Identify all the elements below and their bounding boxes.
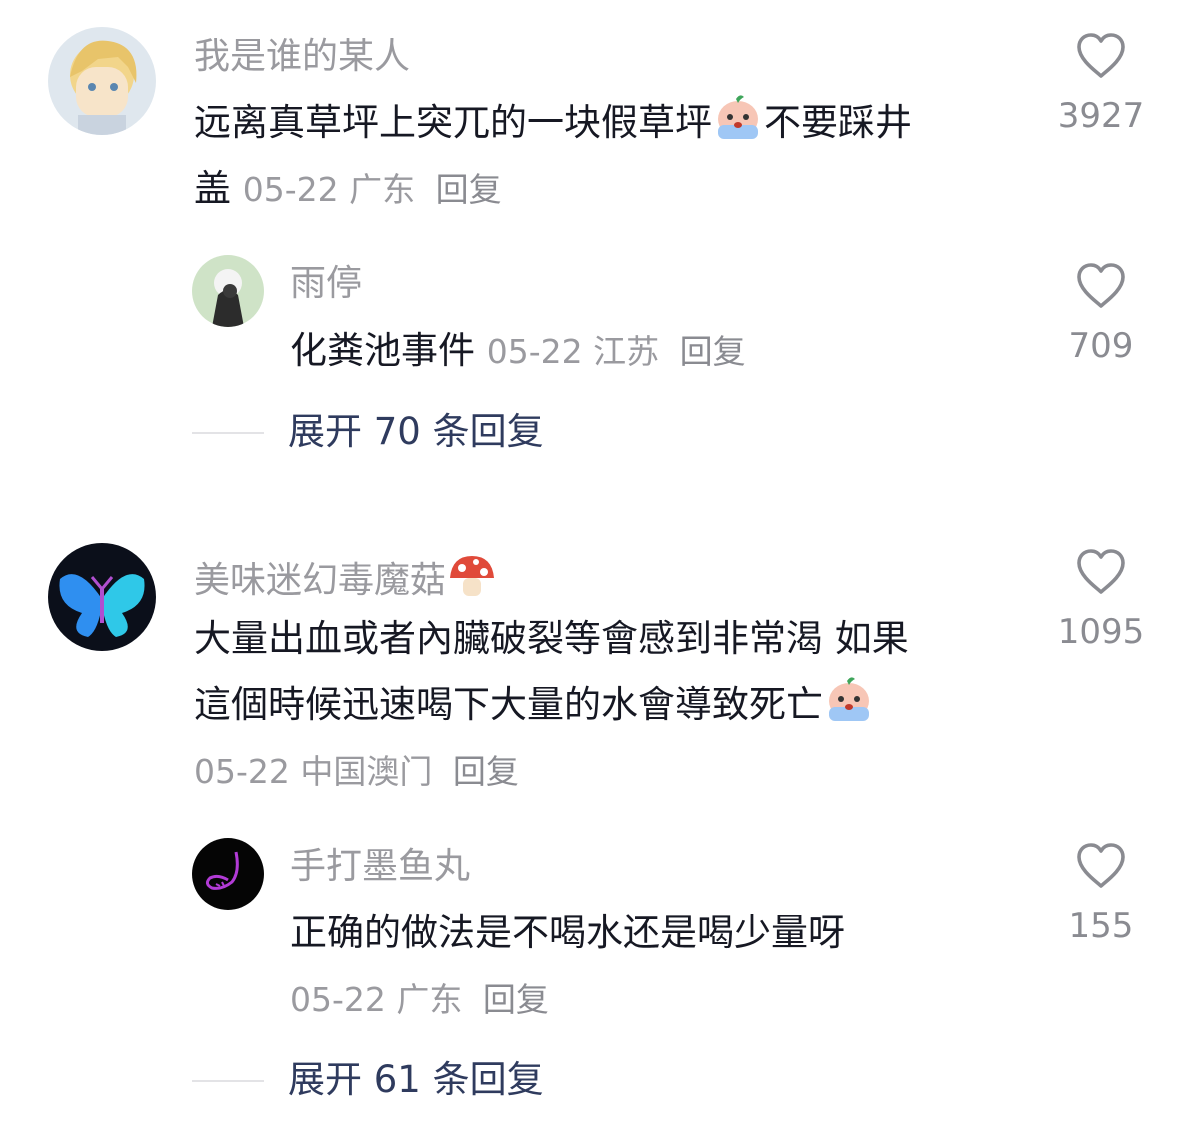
like-count: 3927 xyxy=(1057,96,1145,136)
username[interactable]: 雨停 xyxy=(290,262,362,306)
reply-location: 江苏 xyxy=(593,332,660,371)
heart-icon xyxy=(1077,263,1125,308)
anime-avatar-icon xyxy=(48,27,156,135)
divider xyxy=(192,1080,264,1082)
like-button[interactable]: 3927 xyxy=(1041,32,1161,136)
heart-icon xyxy=(1077,33,1125,78)
expand-replies-label: 展开 70 条回复 xyxy=(288,410,544,453)
reply-button[interactable]: 回复 xyxy=(680,332,746,371)
comment-text-line2: 盖 05-22 广东 回复 xyxy=(194,156,502,223)
like-button[interactable]: 1095 xyxy=(1041,548,1161,652)
reply-text-content: 化粪池事件 xyxy=(290,329,475,372)
like-count: 709 xyxy=(1068,326,1134,366)
comment-meta: 05-22 广东 回复 xyxy=(243,170,502,209)
comment-text-part: 不要踩井 xyxy=(764,101,912,144)
mushroom-emoji-icon xyxy=(446,550,498,602)
comment-location: 中国澳门 xyxy=(300,752,433,791)
crying-emoji-icon xyxy=(712,91,764,143)
comment-text-part: 盖 xyxy=(194,167,231,210)
comment-text-part: 远离真草坪上突兀的一块假草坪 xyxy=(194,101,712,144)
photo-avatar-icon xyxy=(192,255,264,327)
like-count: 155 xyxy=(1068,906,1134,946)
reply-button[interactable]: 回复 xyxy=(453,752,519,791)
avatar[interactable] xyxy=(48,27,156,135)
avatar[interactable] xyxy=(192,838,264,910)
crying-emoji-icon xyxy=(823,673,875,725)
reply-button[interactable]: 回复 xyxy=(483,980,549,1019)
reply-meta: 05-22 广东 回复 xyxy=(290,978,549,1022)
reply-date: 05-22 xyxy=(290,980,386,1019)
like-button[interactable]: 155 xyxy=(1041,842,1161,946)
expand-replies-button[interactable]: 展开 61 条回复 xyxy=(192,1058,612,1102)
reply-text: 化粪池事件 05-22 江苏 回复 xyxy=(290,318,746,385)
divider xyxy=(192,432,264,434)
avatar[interactable] xyxy=(48,543,156,651)
like-button[interactable]: 709 xyxy=(1041,262,1161,366)
like-count: 1095 xyxy=(1057,612,1145,652)
expand-replies-button[interactable]: 展开 70 条回复 xyxy=(192,410,612,454)
reply-meta: 05-22 江苏 回复 xyxy=(487,332,746,371)
username[interactable]: 美味迷幻毒魔菇 xyxy=(194,550,498,603)
comment-location: 广东 xyxy=(349,170,416,209)
username-text: 美味迷幻毒魔菇 xyxy=(194,560,447,601)
comment-date: 05-22 xyxy=(242,170,339,209)
reply-location: 广东 xyxy=(396,980,463,1019)
username[interactable]: 我是谁的某人 xyxy=(194,35,410,79)
comment-text-part: 這個時候迅速喝下大量的水會導致死亡 xyxy=(194,683,823,726)
comment-text-line2: 這個時候迅速喝下大量的水會導致死亡 xyxy=(194,672,875,738)
username[interactable]: 手打墨鱼丸 xyxy=(290,845,470,889)
heart-icon xyxy=(1077,843,1125,888)
comment-meta: 05-22 中国澳门 回复 xyxy=(194,750,519,794)
heart-icon xyxy=(1077,549,1125,594)
comment-date: 05-22 xyxy=(194,752,290,791)
sketch-avatar-icon xyxy=(192,838,264,910)
reply-date: 05-22 xyxy=(486,332,583,371)
reply-text: 正确的做法是不喝水还是喝少量呀 xyxy=(290,911,845,954)
comment-text: 远离真草坪上突兀的一块假草坪 不要踩井 xyxy=(194,90,912,156)
reply-button[interactable]: 回复 xyxy=(436,170,502,209)
avatar[interactable] xyxy=(192,255,264,327)
comment-text: 大量出血或者內臟破裂等會感到非常渴 如果 xyxy=(194,617,909,660)
butterfly-avatar-icon xyxy=(48,543,156,651)
expand-replies-label: 展开 61 条回复 xyxy=(288,1058,544,1101)
